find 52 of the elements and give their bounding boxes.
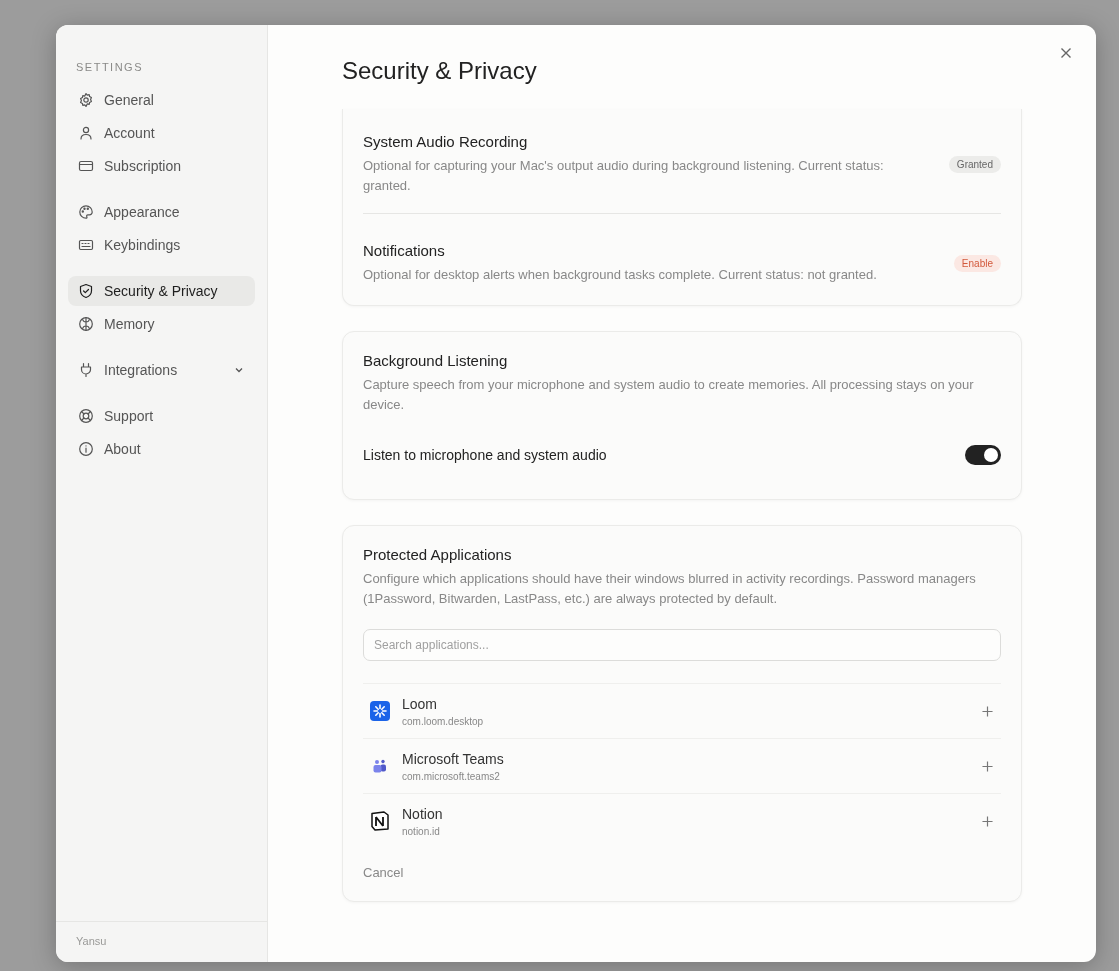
app-name: Loom	[402, 695, 439, 712]
sidebar-item[interactable]: Appearance	[68, 197, 255, 227]
toggle-switch[interactable]	[965, 445, 1001, 465]
loom-logo-icon	[369, 700, 391, 722]
sidebar-item[interactable]: Account	[68, 118, 255, 148]
add-button[interactable]	[980, 703, 995, 719]
section-description: Configure which applications should have their windows blurred in activity recordings. Password managers (1Password, Bitwarden, LastPass, etc.) are always protected by default.	[363, 570, 977, 608]
lifebuoy-icon	[78, 408, 94, 424]
sidebar-item[interactable]: Security & Privacy	[68, 276, 255, 306]
permission-title: System Audio Recording	[363, 133, 529, 150]
search-field[interactable]: Search applications...	[363, 629, 1001, 661]
shield-icon	[78, 283, 94, 299]
add-button[interactable]	[980, 758, 995, 774]
sidebar-item[interactable]: About	[68, 434, 255, 464]
plug-icon	[78, 362, 94, 378]
sidebar-item[interactable]: General	[68, 85, 255, 115]
permission-title: Notifications	[363, 242, 446, 259]
plus-icon	[982, 705, 993, 717]
sidebar-item[interactable]: Support	[68, 401, 255, 431]
status-badge: Granted	[948, 156, 1001, 173]
section-title: Protected Applications	[363, 546, 513, 563]
cancel-button[interactable]: Cancel	[363, 865, 404, 880]
app-name: Microsoft Teams	[402, 750, 505, 767]
gear-icon	[78, 92, 94, 108]
info-icon	[78, 441, 94, 457]
user-name: Yansu	[76, 935, 107, 947]
toggle-label: Listen to microphone and system audio	[363, 447, 607, 463]
permission-description: Optional for capturing your Mac's output audio during background listening. Current status: granted.	[363, 157, 885, 195]
sidebar-item[interactable]: Subscription	[68, 151, 255, 181]
notion-logo-icon	[369, 810, 391, 832]
page-title: Security & Privacy	[342, 57, 538, 86]
permission-description: Optional for desktop alerts when background tasks complete. Current status: not granted.	[363, 266, 878, 284]
person-icon	[78, 125, 94, 141]
plus-icon	[982, 760, 993, 772]
app-name: Notion	[402, 805, 444, 822]
add-button[interactable]	[980, 813, 995, 829]
card-icon	[78, 158, 94, 174]
section-description: Capture speech from your microphone and system audio to create memories. All processing stays on your device.	[363, 376, 975, 414]
bundle-id: com.microsoft.teams2	[402, 770, 501, 782]
section-title: Background Listening	[363, 352, 509, 369]
sidebar-heading: SETTINGS	[76, 61, 144, 73]
close-icon	[1060, 47, 1072, 59]
sidebar-item[interactable]: Keybindings	[68, 230, 255, 260]
enable-button[interactable]: Enable	[953, 255, 1001, 272]
sidebar-item[interactable]: Integrations	[68, 355, 255, 385]
sidebar-item[interactable]: Memory	[68, 309, 255, 339]
plus-icon	[982, 815, 993, 827]
bundle-id: com.loom.desktop	[402, 715, 485, 727]
palette-icon	[78, 204, 94, 220]
bundle-id: notion.id	[402, 825, 441, 837]
brain-icon	[78, 316, 94, 332]
keyboard-icon	[78, 237, 94, 253]
